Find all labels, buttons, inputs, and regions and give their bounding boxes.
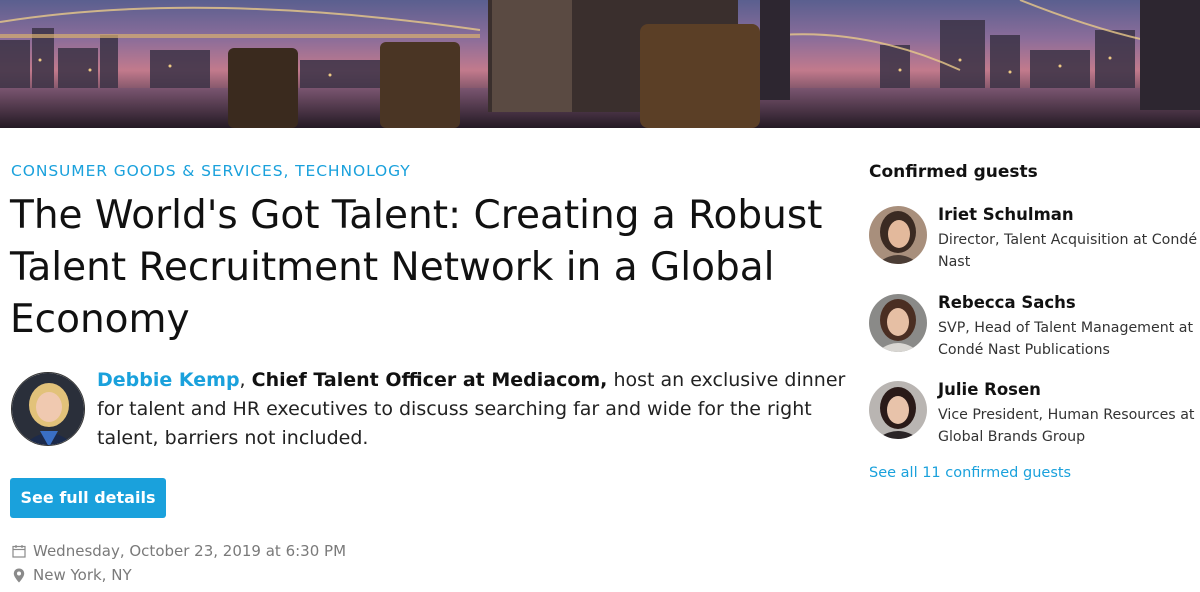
map-pin-icon — [11, 567, 27, 583]
event-title: The World's Got Talent: Creating a Robus… — [10, 193, 823, 342]
event-location: New York, NY — [33, 566, 132, 584]
event-location-row: New York, NY — [11, 566, 132, 584]
guest-title: SVP, Head of Talent Management at Condé … — [938, 320, 1194, 358]
host-role: Chief Talent Officer at Mediacom, — [251, 369, 608, 391]
event-category[interactable]: CONSUMER GOODS & SERVICES, TECHNOLOGY — [11, 162, 411, 180]
guest-avatar — [869, 206, 927, 264]
confirmed-guests-heading: Confirmed guests — [869, 162, 1038, 182]
host-description-paragraph: Debbie Kemp, Chief Talent Officer at Med… — [97, 366, 847, 453]
guest-name[interactable]: Julie Rosen — [938, 380, 1041, 399]
calendar-icon — [11, 543, 27, 559]
hero-cityscape-image — [0, 0, 1200, 128]
guest-title: Vice President, Human Resources at Globa… — [938, 407, 1195, 445]
see-all-guests-link[interactable]: See all 11 confirmed guests — [869, 465, 1071, 481]
host-separator: , — [239, 369, 246, 391]
host-avatar — [11, 372, 85, 446]
guest-title: Director, Talent Acquisition at Condé Na… — [938, 232, 1198, 270]
hero-banner — [0, 0, 1200, 128]
guest-avatar — [869, 294, 927, 352]
guest-item[interactable]: Rebecca Sachs SVP, Head of Talent Manage… — [869, 293, 1199, 364]
host-name-link[interactable]: Debbie Kemp — [97, 369, 240, 391]
guest-item[interactable]: Julie Rosen Vice President, Human Resour… — [869, 380, 1199, 451]
guest-name[interactable]: Iriet Schulman — [938, 205, 1074, 224]
guest-item[interactable]: Iriet Schulman Director, Talent Acquisit… — [869, 205, 1199, 276]
event-date-row: Wednesday, October 23, 2019 at 6:30 PM — [11, 542, 346, 560]
guest-name[interactable]: Rebecca Sachs — [938, 293, 1076, 312]
see-full-details-button[interactable]: See full details — [10, 478, 166, 518]
guest-avatar — [869, 381, 927, 439]
event-date: Wednesday, October 23, 2019 at 6:30 PM — [33, 542, 347, 560]
